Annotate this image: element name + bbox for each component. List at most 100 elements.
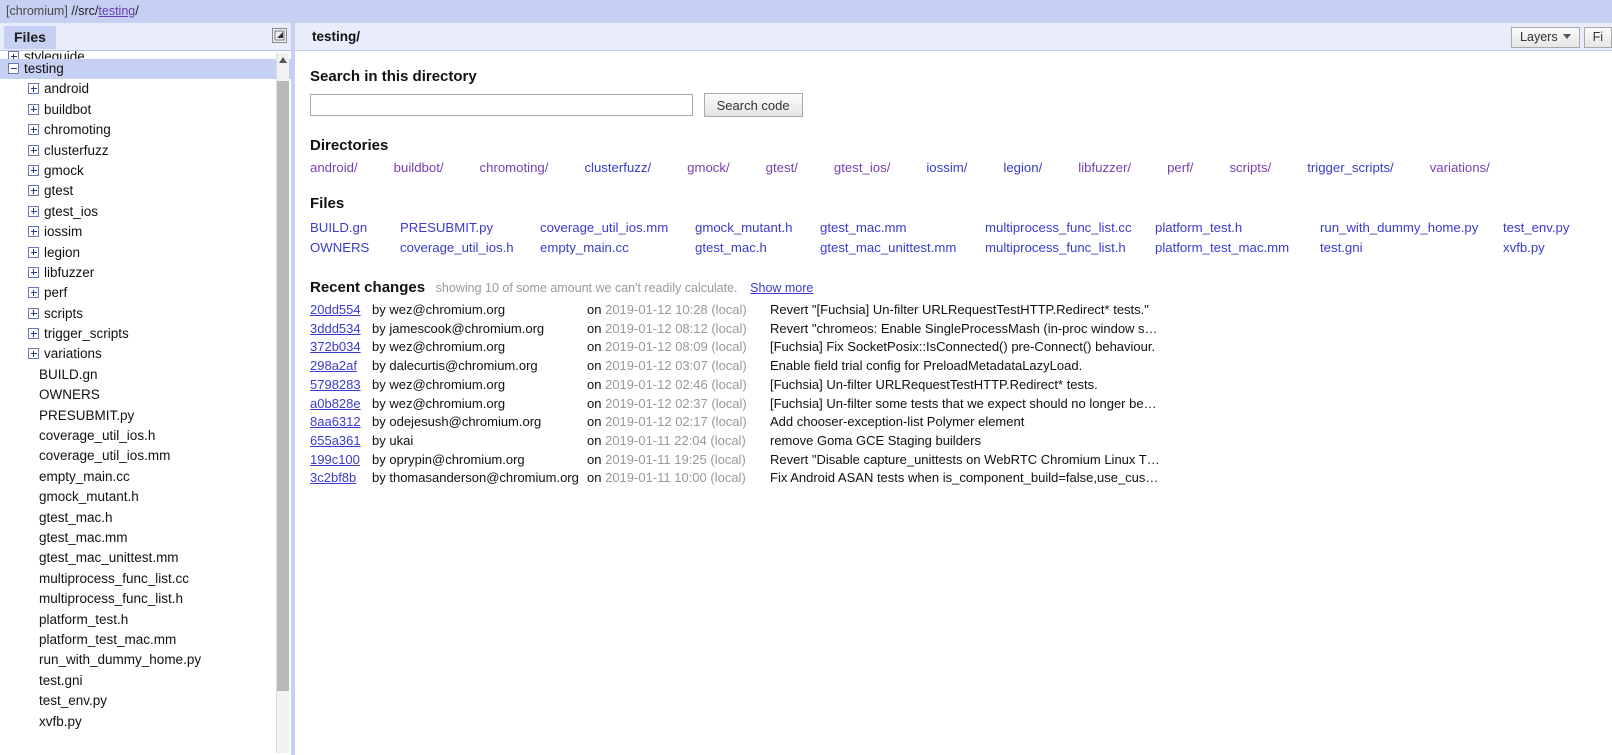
file-link-gmock_mutant.h[interactable]: gmock_mutant.h <box>695 218 820 238</box>
tree-file-gtest_mac_unittest.mm[interactable]: gtest_mac_unittest.mm <box>0 548 295 568</box>
directory-link-trigger_scripts[interactable]: trigger_scripts/ <box>1307 160 1393 175</box>
header-button-fi[interactable]: Fi <box>1583 27 1612 48</box>
tree-dir-legion[interactable]: legion <box>0 243 295 263</box>
commit-hash-link[interactable]: 3ddd534 <box>310 321 361 336</box>
file-link-empty_main.cc[interactable]: empty_main.cc <box>540 238 695 258</box>
directory-link-android[interactable]: android/ <box>310 160 358 175</box>
expand-icon[interactable] <box>28 226 39 238</box>
file-link-PRESUBMIT.py[interactable]: PRESUBMIT.py <box>400 218 540 238</box>
tree-dir-chromoting[interactable]: chromoting <box>0 120 295 140</box>
file-link-run_with_dummy_home.py[interactable]: run_with_dummy_home.py <box>1320 218 1503 238</box>
tree-dir-variations[interactable]: variations <box>0 344 295 364</box>
file-link-multiprocess_func_list.h[interactable]: multiprocess_func_list.h <box>985 238 1155 258</box>
tab-files[interactable]: Files <box>4 26 56 49</box>
commit-hash-link[interactable]: a0b828e <box>310 396 361 411</box>
directory-link-gtest_ios[interactable]: gtest_ios/ <box>834 160 890 175</box>
tree-dir-testing[interactable]: testing <box>0 59 295 80</box>
tree-file-platform_test_mac.mm[interactable]: platform_test_mac.mm <box>0 630 295 650</box>
tree-file-test.gni[interactable]: test.gni <box>0 671 295 691</box>
expand-icon[interactable] <box>28 144 39 156</box>
commit-hash-link[interactable]: 20dd554 <box>310 302 361 317</box>
file-link-gtest_mac.h[interactable]: gtest_mac.h <box>695 238 820 258</box>
show-more-link[interactable]: Show more <box>750 281 813 295</box>
expand-icon[interactable] <box>28 103 39 115</box>
collapse-panel-icon[interactable] <box>272 28 287 43</box>
breadcrumb-path-link[interactable]: testing <box>98 4 135 18</box>
expand-icon[interactable] <box>28 266 39 278</box>
tree-file-run_with_dummy_home.py[interactable]: run_with_dummy_home.py <box>0 650 295 670</box>
tree-dir-gtest_ios[interactable]: gtest_ios <box>0 202 295 222</box>
tree-file-gtest_mac.mm[interactable]: gtest_mac.mm <box>0 528 295 548</box>
tree-dir-styleguide[interactable]: styleguide <box>0 51 295 59</box>
tree-file-coverage_util_ios.h[interactable]: coverage_util_ios.h <box>0 426 295 446</box>
tree-file-OWNERS[interactable]: OWNERS <box>0 385 295 405</box>
tree-dir-gtest[interactable]: gtest <box>0 181 295 201</box>
expand-icon[interactable] <box>28 328 39 340</box>
directory-link-gtest[interactable]: gtest/ <box>766 160 798 175</box>
scroll-up-arrow-icon[interactable] <box>279 57 287 63</box>
tree-dir-libfuzzer[interactable]: libfuzzer <box>0 263 295 283</box>
file-link-xvfb.py[interactable]: xvfb.py <box>1503 238 1593 258</box>
file-link-coverage_util_ios.mm[interactable]: coverage_util_ios.mm <box>540 218 695 238</box>
expand-icon[interactable] <box>28 185 39 197</box>
directory-link-clusterfuzz[interactable]: clusterfuzz/ <box>584 160 651 175</box>
search-code-button[interactable]: Search code <box>703 93 803 117</box>
header-button-layers[interactable]: Layers <box>1511 27 1580 48</box>
tree-dir-trigger_scripts[interactable]: trigger_scripts <box>0 324 295 344</box>
directory-link-chromoting[interactable]: chromoting/ <box>480 160 549 175</box>
tree-file-multiprocess_func_list.cc[interactable]: multiprocess_func_list.cc <box>0 569 295 589</box>
tree-dir-buildbot[interactable]: buildbot <box>0 100 295 120</box>
commit-hash-link[interactable]: 5798283 <box>310 377 361 392</box>
tree-file-coverage_util_ios.mm[interactable]: coverage_util_ios.mm <box>0 446 295 466</box>
file-link-gtest_mac_unittest.mm[interactable]: gtest_mac_unittest.mm <box>820 238 985 258</box>
file-link-gtest_mac.mm[interactable]: gtest_mac.mm <box>820 218 985 238</box>
file-link-multiprocess_func_list.cc[interactable]: multiprocess_func_list.cc <box>985 218 1155 238</box>
file-link-OWNERS[interactable]: OWNERS <box>310 238 400 258</box>
commit-hash-link[interactable]: 8aa6312 <box>310 414 361 429</box>
file-link-test.gni[interactable]: test.gni <box>1320 238 1503 258</box>
search-input[interactable] <box>310 94 693 116</box>
directory-link-legion[interactable]: legion/ <box>1003 160 1042 175</box>
collapse-icon[interactable] <box>8 63 19 74</box>
directory-link-variations[interactable]: variations/ <box>1430 160 1490 175</box>
expand-icon[interactable] <box>28 246 39 258</box>
directory-link-buildbot[interactable]: buildbot/ <box>394 160 444 175</box>
tree-dir-gmock[interactable]: gmock <box>0 161 295 181</box>
scrollbar-thumb[interactable] <box>277 81 289 691</box>
tree-dir-iossim[interactable]: iossim <box>0 222 295 242</box>
tree-file-platform_test.h[interactable]: platform_test.h <box>0 610 295 630</box>
file-link-coverage_util_ios.h[interactable]: coverage_util_ios.h <box>400 238 540 258</box>
commit-hash-link[interactable]: 655a361 <box>310 433 361 448</box>
commit-hash-link[interactable]: 3c2bf8b <box>310 470 356 485</box>
directory-link-iossim[interactable]: iossim/ <box>926 160 967 175</box>
file-tree[interactable]: styleguide testing android buildbot chromoti… <box>0 51 295 755</box>
commit-hash-link[interactable]: 372b034 <box>310 339 361 354</box>
tree-file-empty_main.cc[interactable]: empty_main.cc <box>0 467 295 487</box>
file-link-test_env.py[interactable]: test_env.py <box>1503 218 1593 238</box>
tree-file-gtest_mac.h[interactable]: gtest_mac.h <box>0 508 295 528</box>
commit-hash-link[interactable]: 298a2af <box>310 358 357 373</box>
file-link-platform_test_mac.mm[interactable]: platform_test_mac.mm <box>1155 238 1320 258</box>
tree-file-gmock_mutant.h[interactable]: gmock_mutant.h <box>0 487 295 507</box>
expand-icon[interactable] <box>28 307 39 319</box>
file-link-platform_test.h[interactable]: platform_test.h <box>1155 218 1320 238</box>
expand-icon[interactable] <box>28 348 39 360</box>
tree-file-xvfb.py[interactable]: xvfb.py <box>0 712 295 732</box>
file-tree-scrollbar[interactable] <box>276 53 289 753</box>
expand-icon[interactable] <box>28 287 39 299</box>
directory-link-perf[interactable]: perf/ <box>1167 160 1193 175</box>
file-link-BUILD.gn[interactable]: BUILD.gn <box>310 218 400 238</box>
commit-hash-link[interactable]: 199c100 <box>310 452 360 467</box>
tree-dir-android[interactable]: android <box>0 79 295 99</box>
tree-file-BUILD.gn[interactable]: BUILD.gn <box>0 365 295 385</box>
expand-icon[interactable] <box>28 164 39 176</box>
tree-file-multiprocess_func_list.h[interactable]: multiprocess_func_list.h <box>0 589 295 609</box>
expand-icon[interactable] <box>28 205 39 217</box>
expand-icon[interactable] <box>28 83 39 95</box>
tree-file-PRESUBMIT.py[interactable]: PRESUBMIT.py <box>0 406 295 426</box>
directory-link-scripts[interactable]: scripts/ <box>1229 160 1271 175</box>
directory-link-gmock[interactable]: gmock/ <box>687 160 730 175</box>
expand-icon[interactable] <box>8 51 19 59</box>
expand-icon[interactable] <box>28 124 39 136</box>
tree-dir-clusterfuzz[interactable]: clusterfuzz <box>0 141 295 161</box>
